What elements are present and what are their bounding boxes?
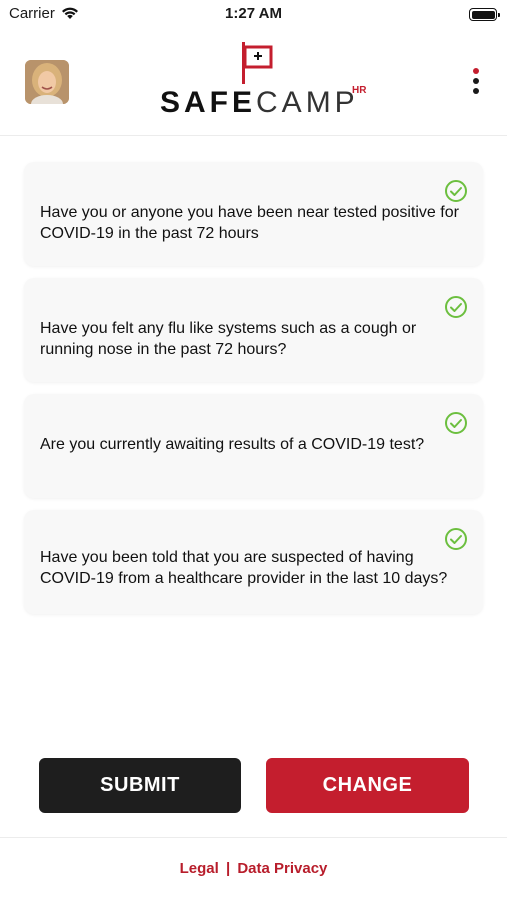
question-card[interactable]: Are you currently awaiting results of a … [24,394,483,498]
profile-photo [25,60,69,104]
logo-hr-badge: HR [352,85,367,96]
question-card[interactable]: Have you felt any flu like systems such … [24,278,483,382]
footer-separator: | [225,860,231,877]
logo-camp-text: CAMP [256,86,359,119]
status-bar: Carrier 1:27 AM [0,0,507,30]
more-menu-icon[interactable] [470,68,482,100]
data-privacy-link[interactable]: Data Privacy [237,860,327,877]
question-text: Have you or anyone you have been near te… [40,204,459,242]
check-circle-icon [445,296,467,318]
logo-wordmark: SAFECAMP [160,86,359,120]
question-list: Have you or anyone you have been near te… [24,162,483,626]
footer: Legal | Data Privacy [0,837,507,900]
change-button[interactable]: CHANGE [266,758,469,813]
question-text: Have you felt any flu like systems such … [40,320,417,358]
check-circle-icon [445,412,467,434]
flag-logo-icon [242,42,273,84]
check-circle-icon [445,180,467,202]
battery-icon [469,8,500,21]
logo-safe-text: SAFE [160,86,257,119]
app-header: SAFECAMP HR [0,30,507,136]
question-card[interactable]: Have you or anyone you have been near te… [24,162,483,266]
avatar[interactable] [25,60,69,104]
safecamp-logo: SAFECAMP HR [160,42,375,122]
status-time: 1:27 AM [225,5,282,22]
legal-link[interactable]: Legal [180,860,219,877]
question-text: Are you currently awaiting results of a … [40,436,425,453]
submit-button[interactable]: SUBMIT [39,758,241,813]
question-card[interactable]: Have you been told that you are suspecte… [24,510,483,614]
question-text: Have you been told that you are suspecte… [40,549,448,587]
